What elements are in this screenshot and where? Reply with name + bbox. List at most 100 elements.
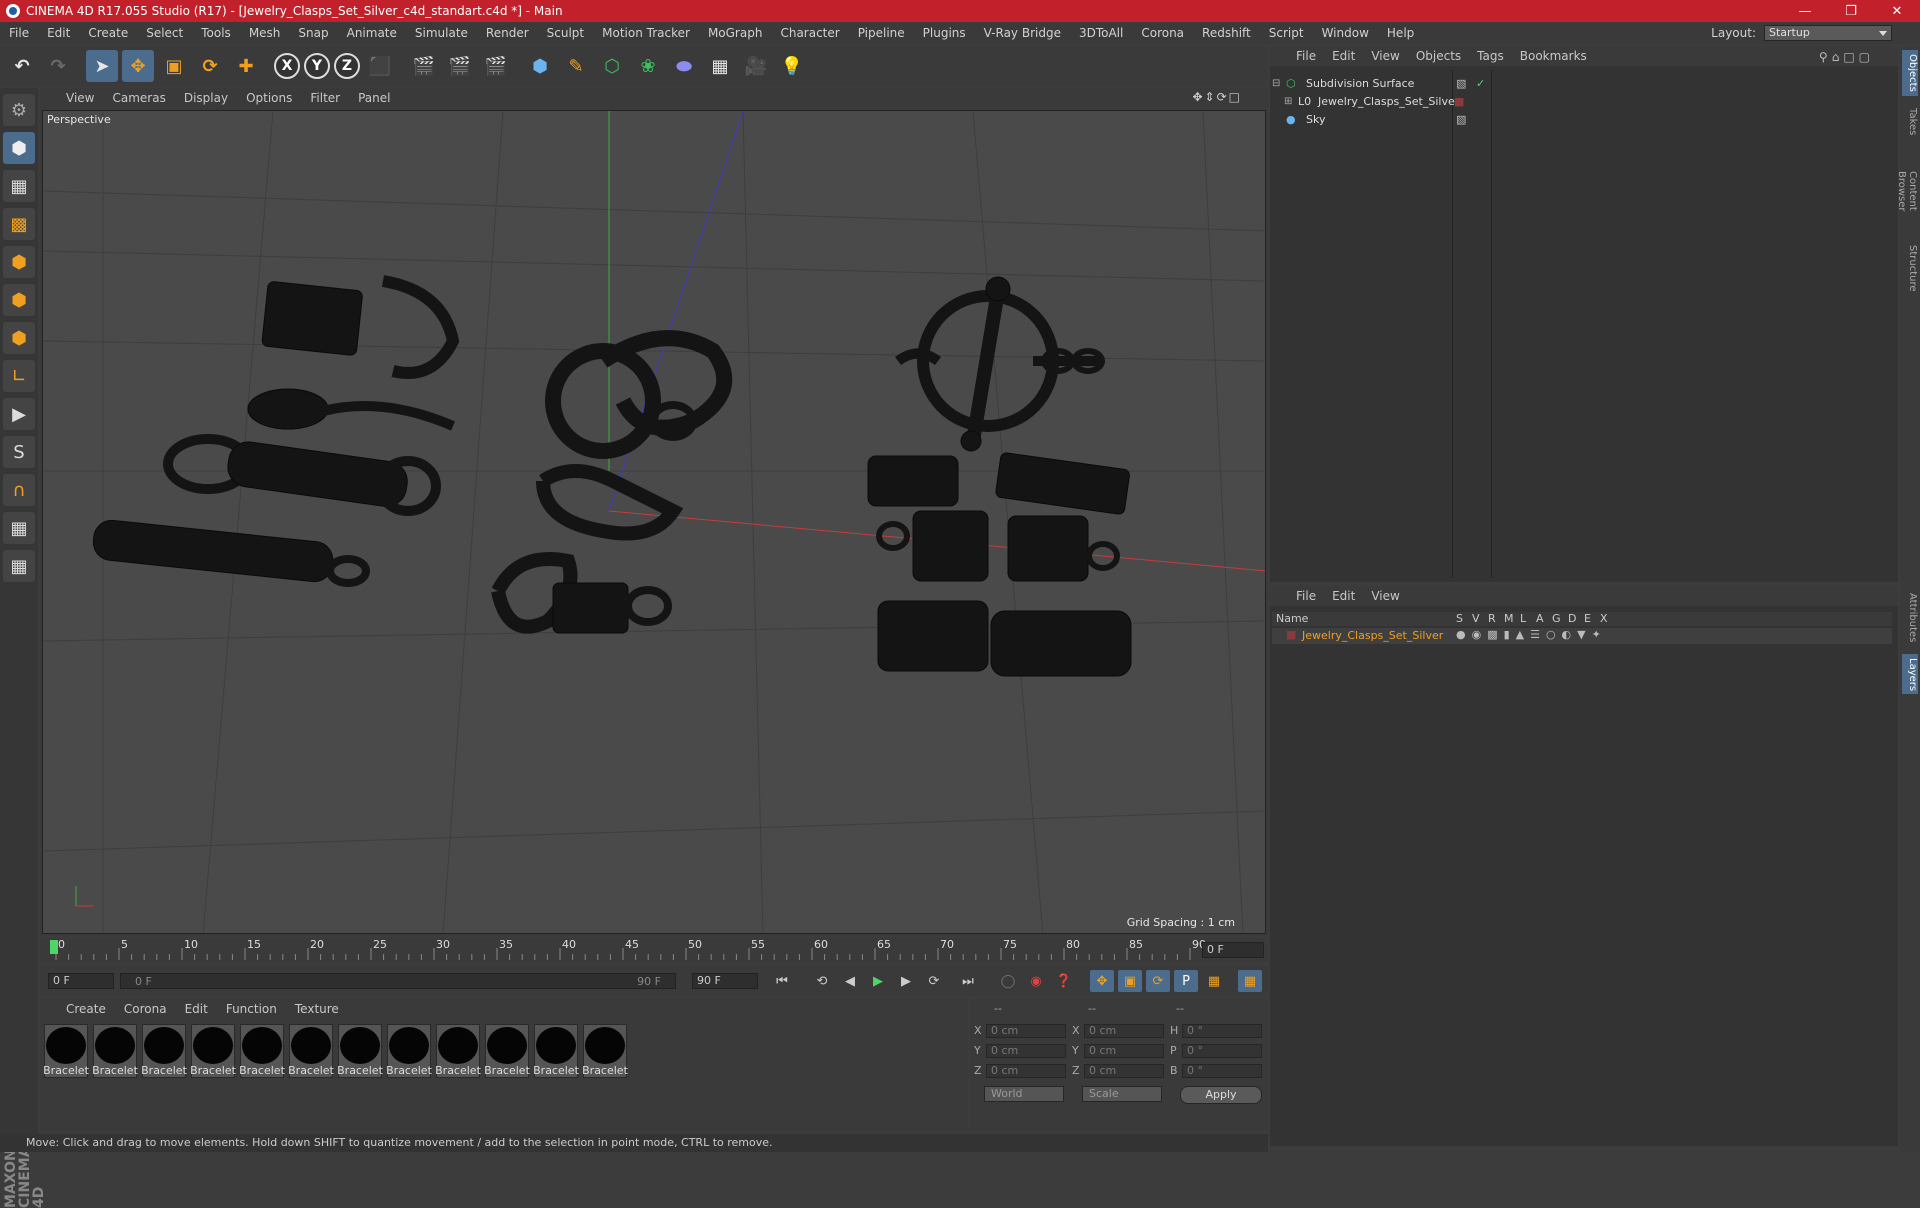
material-menu-edit[interactable]: Edit bbox=[185, 1002, 208, 1016]
menu-3dtoall[interactable]: 3DToAll bbox=[1070, 26, 1132, 40]
auto-key-icon[interactable]: ◉ bbox=[1024, 970, 1048, 992]
rotation-b-field[interactable]: 0 ° bbox=[1182, 1064, 1262, 1078]
material-swatch[interactable]: Bracelet bbox=[43, 1024, 89, 1078]
rotation-p-field[interactable]: 0 ° bbox=[1182, 1044, 1262, 1058]
object-row-sky[interactable]: ● Sky ▧ bbox=[1272, 110, 1466, 128]
menu-script[interactable]: Script bbox=[1260, 26, 1313, 40]
viewport-menu-view[interactable]: View bbox=[66, 91, 94, 105]
end-frame-field[interactable]: 90 F bbox=[692, 973, 758, 989]
previous-frame-icon[interactable]: ◀ bbox=[838, 970, 862, 992]
menu-animate[interactable]: Animate bbox=[338, 26, 406, 40]
next-key-icon[interactable]: ⟳ bbox=[922, 970, 946, 992]
tab-content-browser[interactable]: Content Browser bbox=[1896, 146, 1918, 236]
model-mode-icon[interactable]: ⬢ bbox=[3, 132, 35, 164]
size-z-field[interactable]: 0 cm bbox=[1084, 1064, 1164, 1078]
viewport-navigation-icons[interactable]: ✥⇕⟳□ bbox=[1192, 90, 1242, 104]
object-row-jewelry-clasps-set[interactable]: ⊞ L0 Jewelry_Clasps_Set_Silver ■ bbox=[1284, 92, 1464, 110]
play-icon[interactable]: ▶ bbox=[866, 970, 890, 992]
rotation-h-field[interactable]: 0 ° bbox=[1182, 1024, 1262, 1038]
workplane-mode-icon[interactable]: ▩ bbox=[3, 208, 35, 240]
material-menu-corona[interactable]: Corona bbox=[124, 1002, 167, 1016]
viewport-menu-display[interactable]: Display bbox=[184, 91, 228, 105]
coordinate-system-icon[interactable]: ⬛ bbox=[364, 50, 396, 82]
material-swatch[interactable]: Bracelet bbox=[337, 1024, 383, 1078]
layout-dropdown[interactable]: Startup bbox=[1764, 25, 1892, 41]
make-editable-icon[interactable]: ⚙ bbox=[3, 94, 35, 126]
apply-button[interactable]: Apply bbox=[1180, 1086, 1262, 1104]
layer-menu-file[interactable]: File bbox=[1296, 589, 1316, 603]
menu-create[interactable]: Create bbox=[79, 26, 137, 40]
menu-help[interactable]: Help bbox=[1378, 26, 1423, 40]
tab-structure[interactable]: Structure bbox=[1902, 240, 1918, 296]
restore-button[interactable]: ❐ bbox=[1828, 0, 1874, 22]
material-swatch[interactable]: Bracelet bbox=[435, 1024, 481, 1078]
material-swatch[interactable]: Bracelet bbox=[288, 1024, 334, 1078]
next-frame-icon[interactable]: ▶ bbox=[894, 970, 918, 992]
menu-edit[interactable]: Edit bbox=[38, 26, 79, 40]
size-y-field[interactable]: 0 cm bbox=[1084, 1044, 1164, 1058]
key-pla-icon[interactable]: ▦ bbox=[1202, 970, 1226, 992]
z-axis-icon[interactable]: Z bbox=[334, 53, 360, 79]
points-mode-icon[interactable]: ⬢ bbox=[3, 246, 35, 278]
solo-mode-icon[interactable]: S bbox=[3, 436, 35, 468]
object-menu-bookmarks[interactable]: Bookmarks bbox=[1520, 49, 1587, 63]
menu-snap[interactable]: Snap bbox=[289, 26, 337, 40]
menu-tools[interactable]: Tools bbox=[192, 26, 240, 40]
menu-render[interactable]: Render bbox=[477, 26, 538, 40]
material-swatch[interactable]: Bracelet bbox=[386, 1024, 432, 1078]
playhead-marker[interactable] bbox=[50, 940, 58, 954]
enabled-check-icon[interactable]: ✓ bbox=[1476, 77, 1485, 90]
previous-key-icon[interactable]: ⟲ bbox=[810, 970, 834, 992]
timeline-window-icon[interactable]: ▦ bbox=[1238, 970, 1262, 992]
y-axis-icon[interactable]: Y bbox=[304, 53, 330, 79]
material-swatch[interactable]: Bracelet bbox=[92, 1024, 138, 1078]
coordinate-space-dropdown[interactable]: World bbox=[984, 1086, 1064, 1102]
layer-row[interactable]: ■ Jewelry_Clasps_Set_Silver ●◉▩▮▲☰○◐▼✦ bbox=[1272, 628, 1892, 644]
material-swatch[interactable]: Bracelet bbox=[190, 1024, 236, 1078]
tab-attributes[interactable]: Attributes bbox=[1902, 586, 1918, 650]
texture-mode-icon[interactable]: ▦ bbox=[3, 170, 35, 202]
expand-toggle-icon[interactable]: ⊟ bbox=[1272, 78, 1282, 89]
x-axis-icon[interactable]: X bbox=[274, 53, 300, 79]
floor-icon[interactable]: ▦ bbox=[704, 50, 736, 82]
material-swatch[interactable]: Bracelet bbox=[484, 1024, 530, 1078]
menu-file[interactable]: File bbox=[0, 26, 38, 40]
tab-layers[interactable]: Layers bbox=[1902, 654, 1918, 694]
minimize-button[interactable]: — bbox=[1782, 0, 1828, 22]
object-menu-objects[interactable]: Objects bbox=[1416, 49, 1461, 63]
go-to-start-icon[interactable]: ⏮ bbox=[770, 970, 794, 992]
menu-corona[interactable]: Corona bbox=[1132, 26, 1193, 40]
menu-plugins[interactable]: Plugins bbox=[914, 26, 975, 40]
layer-menu-view[interactable]: View bbox=[1371, 589, 1399, 603]
position-y-field[interactable]: 0 cm bbox=[986, 1044, 1066, 1058]
material-swatch[interactable]: Bracelet bbox=[141, 1024, 187, 1078]
workplane-lock-icon[interactable]: ▦ bbox=[3, 512, 35, 544]
close-button[interactable]: ✕ bbox=[1874, 0, 1920, 22]
object-manager-tools-icons[interactable]: ⚲⌂□▢ bbox=[1819, 50, 1874, 64]
viewport-menu-options[interactable]: Options bbox=[246, 91, 292, 105]
layer-menu-edit[interactable]: Edit bbox=[1332, 589, 1355, 603]
live-select-icon[interactable]: ✚ bbox=[230, 50, 262, 82]
menu-character[interactable]: Character bbox=[771, 26, 848, 40]
current-frame-field[interactable]: 0 F bbox=[1202, 942, 1264, 958]
timeline[interactable]: 0 5 10 15 20 25 30 35 40 45 50 55 60 65 70 75 80 85 90 0 F bbox=[40, 938, 1268, 962]
key-parameter-icon[interactable]: P bbox=[1174, 970, 1198, 992]
material-swatch[interactable]: Bracelet bbox=[239, 1024, 285, 1078]
layer-flag-icons[interactable]: ●◉▩▮▲☰○◐▼✦ bbox=[1456, 628, 1607, 641]
range-slider[interactable]: 0 F 90 F bbox=[120, 973, 676, 989]
snap-icon[interactable]: ∩ bbox=[3, 474, 35, 506]
camera-icon[interactable]: 🎥 bbox=[740, 50, 772, 82]
visibility-dots-icon[interactable]: ▧ bbox=[1456, 113, 1466, 126]
menu-mesh[interactable]: Mesh bbox=[240, 26, 290, 40]
tab-takes[interactable]: Takes bbox=[1902, 102, 1918, 142]
cloner-icon[interactable]: ❀ bbox=[632, 50, 664, 82]
light-icon[interactable]: 💡 bbox=[776, 50, 808, 82]
object-menu-view[interactable]: View bbox=[1371, 49, 1399, 63]
undo-icon[interactable]: ↶ bbox=[6, 50, 38, 82]
material-menu-texture[interactable]: Texture bbox=[295, 1002, 339, 1016]
key-scale-icon[interactable]: ▣ bbox=[1118, 970, 1142, 992]
object-row-subdivision-surface[interactable]: ⊟ ⬡ Subdivision Surface ▧ ✓ bbox=[1272, 74, 1485, 92]
rotate-tool-icon[interactable]: ⟳ bbox=[194, 50, 226, 82]
layer-color-icon[interactable]: ■ bbox=[1454, 95, 1464, 108]
3d-view[interactable]: Perspective Grid Spacing : 1 cm bbox=[42, 110, 1266, 934]
